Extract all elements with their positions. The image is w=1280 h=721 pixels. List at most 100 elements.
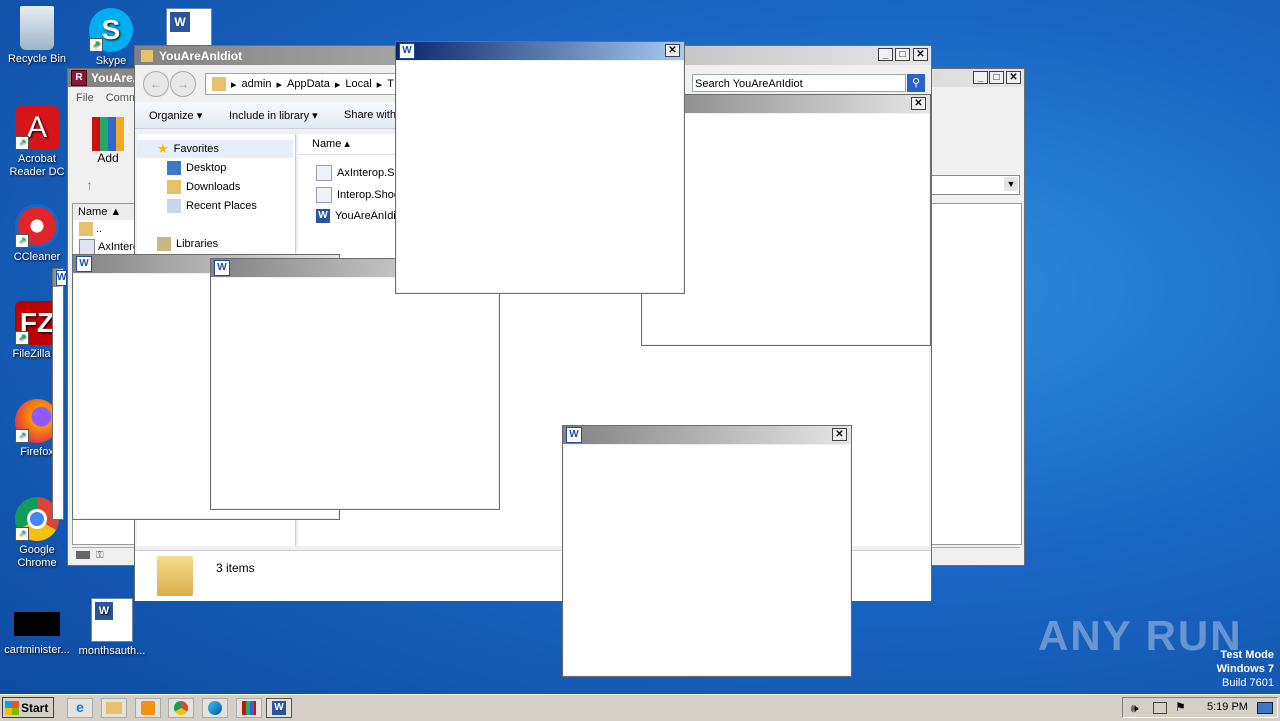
organize-button[interactable]: Organize ▾ <box>149 109 202 122</box>
desktop-icon-label: Google Chrome <box>17 544 57 569</box>
window-title: YouAreAnIdiot <box>159 48 243 63</box>
popup-window-active: W ✕ <box>395 41 685 294</box>
popup-window: W <box>52 268 68 520</box>
star-icon: ★ <box>157 141 169 156</box>
taskbar: Start e W 🕪 ⚑ 5:19 PM <box>0 694 1280 721</box>
list-item[interactable]: AxInterc <box>79 239 138 255</box>
column-header-name[interactable]: Name ▲ <box>73 204 139 220</box>
desktop-icon-label: cartminister... <box>4 644 70 656</box>
chrome-icon <box>174 701 188 715</box>
search-input[interactable]: Search YouAreAnIdiot <box>692 74 906 92</box>
desktop-icon-ccleaner[interactable]: ↗ CCleaner <box>0 204 75 264</box>
desktop-icon-label: CCleaner <box>13 251 61 263</box>
breadcrumb-item[interactable]: Local <box>345 78 371 90</box>
list-item[interactable]: Interop.Shoc <box>316 187 399 203</box>
desktop-icon-recycle-bin[interactable]: Recycle Bin <box>0 6 75 66</box>
media-player-icon <box>141 701 155 715</box>
show-desktop-icon[interactable] <box>1257 702 1273 714</box>
folder-icon <box>141 49 153 62</box>
popup-window: W <box>210 258 500 510</box>
popup-titlebar[interactable]: W ✕ <box>396 42 684 60</box>
winrar-add-button[interactable]: Add <box>90 117 126 165</box>
dll-file-icon <box>79 239 95 255</box>
winrar-path-dropdown[interactable]: ▼ <box>930 175 1020 195</box>
folder-large-icon <box>157 556 193 596</box>
taskbar-word[interactable]: W <box>266 698 292 718</box>
popup-titlebar[interactable]: W <box>53 269 68 287</box>
start-button[interactable]: Start <box>2 697 54 718</box>
folder-icon <box>79 222 93 236</box>
desktop-icon-monthsauth[interactable]: W monthsauth... <box>74 598 150 658</box>
breadcrumb-item[interactable]: admin <box>242 78 272 90</box>
system-tray: 🕪 ⚑ 5:19 PM <box>1122 697 1278 718</box>
drive-icon <box>76 551 90 559</box>
winrar-menubar: File Comm <box>76 92 138 104</box>
desktop-icon-label: Skype <box>95 55 127 67</box>
close-button[interactable]: ✕ <box>913 48 928 61</box>
anyrun-watermark: ANY RUN <box>1038 612 1243 659</box>
archive-books-icon <box>92 117 124 151</box>
breadcrumb-item[interactable]: AppData <box>287 78 330 90</box>
close-button[interactable]: ✕ <box>832 428 847 441</box>
taskbar-winrar[interactable] <box>236 698 262 718</box>
taskbar-ie[interactable]: e <box>67 698 93 718</box>
volume-icon[interactable]: 🕪 <box>1131 701 1139 716</box>
nav-item-desktop[interactable]: Desktop <box>167 161 226 175</box>
word-icon: W <box>399 43 415 59</box>
word-icon: W <box>76 256 92 272</box>
minimize-button[interactable]: _ <box>878 48 893 61</box>
minimize-button[interactable]: _ <box>973 71 988 84</box>
dll-file-icon <box>316 187 332 203</box>
popup-titlebar[interactable]: W ✕ <box>563 426 851 444</box>
list-item[interactable]: .. <box>79 222 102 236</box>
maximize-button[interactable]: □ <box>989 71 1004 84</box>
word-doc-icon[interactable]: W <box>166 8 212 50</box>
edge-icon <box>208 701 222 715</box>
up-arrow-icon[interactable]: ↑ <box>86 177 93 193</box>
word-icon: W <box>566 427 582 443</box>
chevron-down-icon: ▼ <box>1004 177 1018 191</box>
close-button[interactable]: ✕ <box>1006 71 1021 84</box>
add-label: Add <box>97 151 119 165</box>
close-button[interactable]: ✕ <box>665 44 680 57</box>
taskbar-edge[interactable] <box>202 698 228 718</box>
nav-item-downloads[interactable]: Downloads <box>167 180 240 194</box>
nav-item-libraries[interactable]: Libraries <box>157 237 218 251</box>
menu-file[interactable]: File <box>76 92 94 104</box>
include-library-button[interactable]: Include in library ▾ <box>229 109 318 122</box>
popup-titlebar[interactable]: ✕ <box>642 95 930 113</box>
close-button[interactable]: ✕ <box>911 97 926 110</box>
maximize-button[interactable]: □ <box>895 48 910 61</box>
recycle-bin-icon <box>20 6 54 50</box>
taskbar-explorer[interactable] <box>101 698 127 718</box>
back-button[interactable]: ← <box>143 71 169 97</box>
nav-item-favorites[interactable]: ★ Favorites <box>137 140 293 158</box>
black-file-icon <box>14 612 60 636</box>
taskbar-media-player[interactable] <box>135 698 161 718</box>
desktop-icon-acrobat[interactable]: A ↗ Acrobat Reader DC <box>0 106 75 179</box>
search-icon[interactable]: ⚲ <box>907 74 925 92</box>
breadcrumb-item[interactable]: T <box>387 78 394 90</box>
breadcrumb[interactable]: ▸ admin ▸ AppData ▸ Local ▸ T <box>205 73 399 95</box>
dll-file-icon <box>316 165 332 181</box>
desktop-icon-label: Acrobat Reader DC <box>9 153 65 178</box>
desktop-icon <box>167 161 181 175</box>
desktop-icon-cartminister[interactable]: cartminister... <box>0 612 75 657</box>
taskbar-chrome[interactable] <box>168 698 194 718</box>
nav-item-recent[interactable]: Recent Places <box>167 199 257 213</box>
share-with-button[interactable]: Share with <box>344 109 396 121</box>
word-doc-icon: W <box>316 209 330 223</box>
folder-icon <box>106 702 122 714</box>
clock[interactable]: 5:19 PM <box>1207 701 1248 713</box>
ie-icon: e <box>76 699 84 715</box>
libraries-icon <box>157 237 171 251</box>
network-icon[interactable] <box>1153 702 1167 714</box>
flag-icon[interactable]: ⚑ <box>1175 700 1186 714</box>
folder-icon <box>212 77 226 91</box>
list-item[interactable]: W YouAreAnIdio <box>316 209 402 223</box>
forward-button[interactable]: → <box>170 71 196 97</box>
word-doc-icon: W <box>91 598 133 642</box>
list-item[interactable]: AxInterop.Sh <box>316 165 401 181</box>
word-icon: W <box>214 260 230 276</box>
windows-logo-icon <box>5 700 19 715</box>
